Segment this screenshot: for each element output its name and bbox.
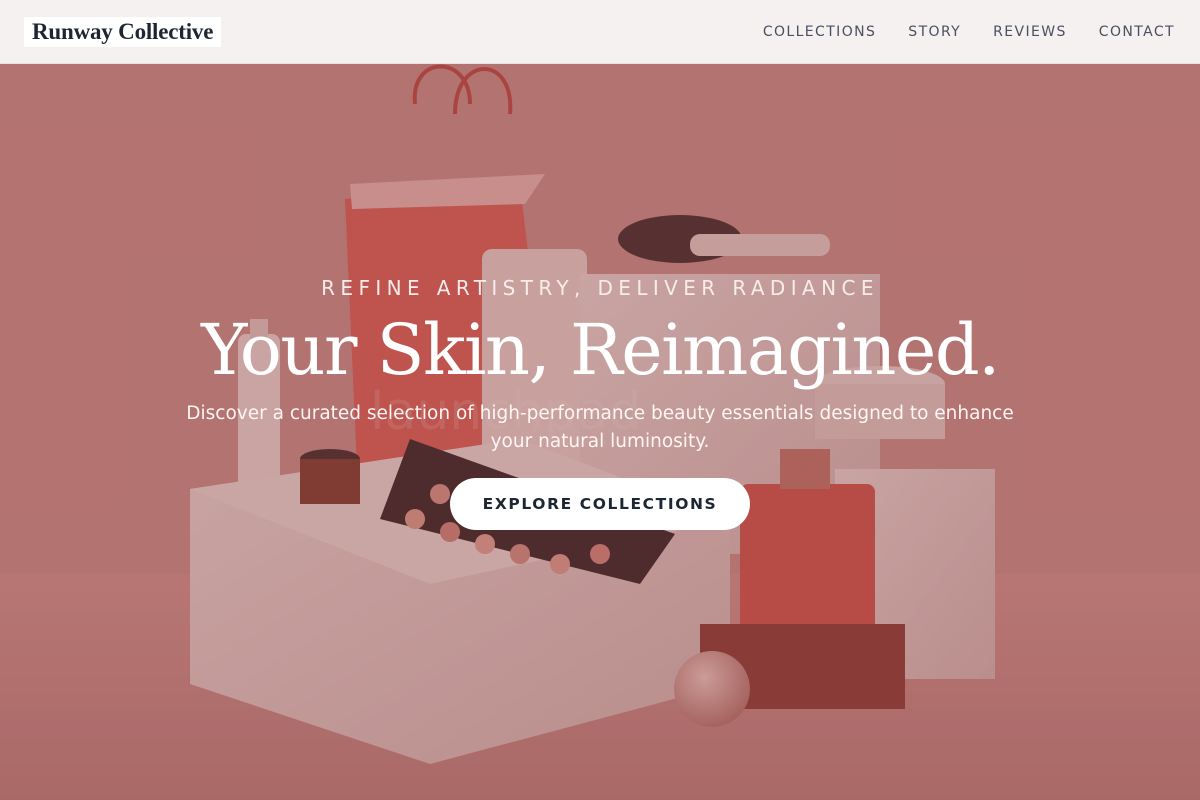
- nav-link-reviews[interactable]: REVIEWS: [993, 24, 1067, 40]
- main-nav: COLLECTIONS STORY REVIEWS CONTACT: [763, 24, 1175, 40]
- hero-content: REFINE ARTISTRY, DELIVER RADIANCE Your S…: [0, 64, 1200, 800]
- brand-logo[interactable]: Runway Collective: [24, 16, 222, 47]
- explore-collections-button[interactable]: EXPLORE COLLECTIONS: [450, 477, 750, 530]
- nav-link-story[interactable]: STORY: [908, 24, 961, 40]
- hero-section: launchpad REFINE ARTISTRY, DELIVER RADIA…: [0, 64, 1200, 800]
- nav-link-collections[interactable]: COLLECTIONS: [763, 24, 876, 40]
- hero-eyebrow: REFINE ARTISTRY, DELIVER RADIANCE: [321, 276, 879, 300]
- site-header: Runway Collective COLLECTIONS STORY REVI…: [0, 0, 1200, 64]
- nav-link-contact[interactable]: CONTACT: [1099, 24, 1175, 40]
- hero-headline: Your Skin, Reimagined.: [201, 309, 1000, 391]
- hero-subtext: Discover a curated selection of high-per…: [186, 402, 1014, 452]
